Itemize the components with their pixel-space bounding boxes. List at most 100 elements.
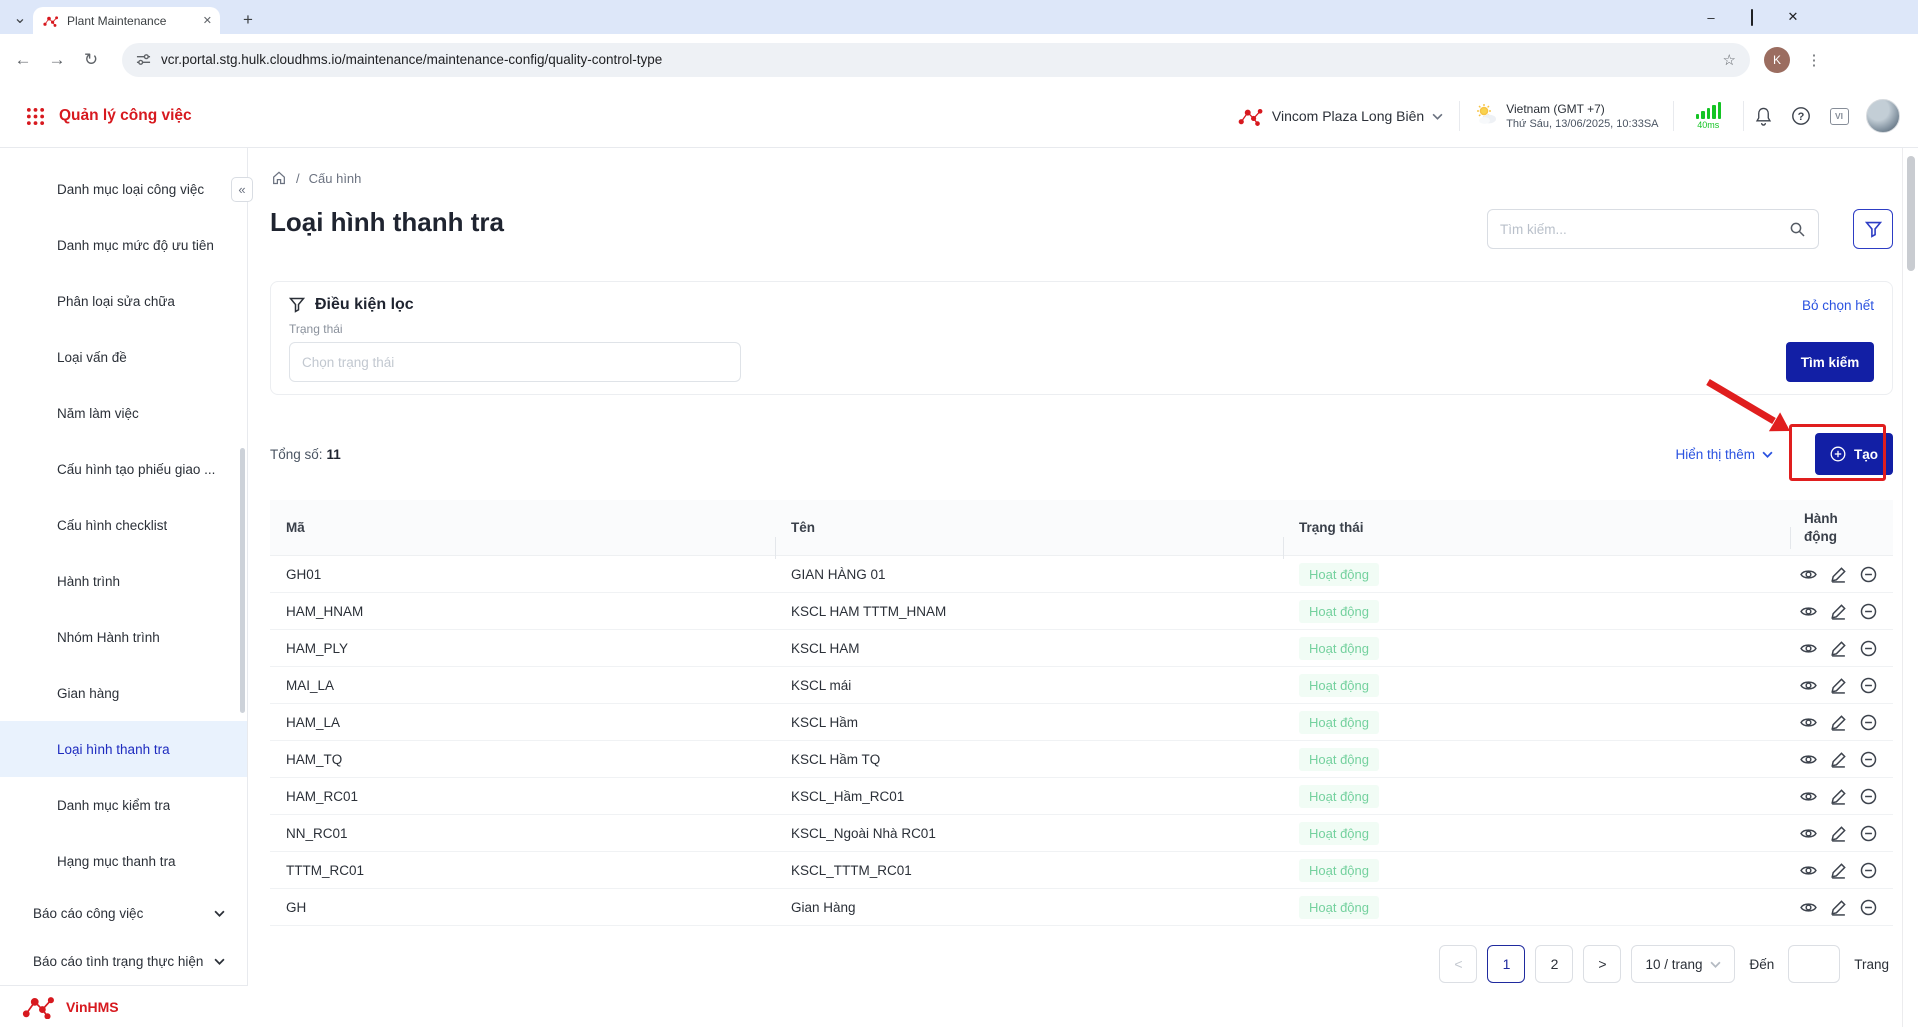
edit-button[interactable] [1830, 825, 1847, 842]
deactivate-button[interactable] [1860, 714, 1877, 731]
window-scrollbar[interactable] [1902, 148, 1918, 1027]
sidebar-item[interactable]: Danh mục mức độ ưu tiên [0, 217, 247, 273]
column-header-code: Mã [270, 520, 775, 535]
cell-name: KSCL_Hầm_RC01 [775, 789, 1283, 804]
edit-button[interactable] [1830, 603, 1847, 620]
deactivate-button[interactable] [1860, 566, 1877, 583]
window-maximize-button[interactable] [1745, 10, 1759, 25]
status-select[interactable]: Chọn trạng thái [289, 342, 741, 382]
apps-grid-icon[interactable] [26, 107, 45, 126]
sidebar-item[interactable]: Loại hình thanh tra [0, 721, 247, 777]
tab-close-icon[interactable]: ✕ [203, 14, 212, 27]
sidebar-item[interactable]: Năm làm việc [0, 385, 247, 441]
sidebar-collapse-button[interactable]: « [231, 177, 253, 202]
prev-page-button[interactable]: < [1439, 945, 1477, 983]
edit-button[interactable] [1830, 899, 1847, 916]
property-name: Vincom Plaza Long Biên [1272, 108, 1424, 124]
sidebar-item-label: Báo cáo tình trạng thực hiện [33, 954, 203, 969]
view-button[interactable] [1800, 603, 1817, 620]
address-bar[interactable]: vcr.portal.stg.hulk.cloudhms.io/maintena… [122, 43, 1750, 77]
sidebar-item[interactable]: Danh mục kiểm tra [0, 777, 247, 833]
edit-button[interactable] [1830, 788, 1847, 805]
filter-toggle-button[interactable] [1853, 209, 1893, 249]
view-button[interactable] [1800, 862, 1817, 879]
deactivate-button[interactable] [1860, 862, 1877, 879]
language-switcher[interactable]: VI [1820, 97, 1858, 135]
status-badge: Hoạt động [1299, 600, 1379, 623]
browser-tab[interactable]: Plant Maintenance ✕ [33, 7, 220, 34]
deactivate-button[interactable] [1860, 825, 1877, 842]
back-button[interactable]: ← [6, 43, 40, 77]
sidebar-item[interactable]: Phân loại sửa chữa [0, 273, 247, 329]
sidebar-item[interactable]: Hành trình [0, 553, 247, 609]
bookmark-star-icon[interactable]: ☆ [1723, 51, 1736, 69]
sidebar-item[interactable]: Cấu hình checklist [0, 497, 247, 553]
sidebar-item[interactable]: Gian hàng [0, 665, 247, 721]
status-badge: Hoạt động [1299, 896, 1379, 919]
view-button[interactable] [1800, 825, 1817, 842]
sidebar-menu: Danh mục loại công việc Danh mục mức độ … [0, 148, 247, 985]
create-button[interactable]: Tạo [1815, 433, 1893, 475]
user-avatar[interactable] [1866, 99, 1900, 133]
browser-profile-avatar[interactable]: K [1764, 47, 1790, 73]
status-badge: Hoạt động [1299, 859, 1379, 882]
page-button[interactable]: 2 [1535, 945, 1573, 983]
help-icon[interactable]: ? [1782, 97, 1820, 135]
home-icon[interactable] [271, 170, 287, 186]
filter-search-button[interactable]: Tìm kiếm [1786, 342, 1874, 382]
deactivate-button[interactable] [1860, 603, 1877, 620]
window-close-button[interactable]: ✕ [1786, 9, 1800, 25]
sidebar-item[interactable]: Báo cáo công việc [0, 889, 247, 937]
sidebar-item[interactable]: Cấu hình tạo phiếu giao ... [0, 441, 247, 497]
page-size-select[interactable]: 10 / trang [1631, 945, 1735, 983]
deactivate-button[interactable] [1860, 640, 1877, 657]
view-button[interactable] [1800, 714, 1817, 731]
forward-button[interactable]: → [40, 43, 74, 77]
view-button[interactable] [1800, 677, 1817, 694]
table-row: HAM_TQ KSCL Hầm TQ Hoạt động [270, 741, 1893, 778]
deactivate-button[interactable] [1860, 751, 1877, 768]
view-button[interactable] [1800, 788, 1817, 805]
deactivate-button[interactable] [1860, 788, 1877, 805]
edit-button[interactable] [1830, 566, 1847, 583]
search-input[interactable] [1500, 222, 1789, 237]
breadcrumb-section[interactable]: Cấu hình [309, 171, 362, 186]
next-page-button[interactable]: > [1583, 945, 1621, 983]
language-badge: VI [1830, 108, 1849, 125]
goto-page-input[interactable] [1788, 945, 1840, 983]
sidebar-item[interactable]: Báo cáo tình trạng thực hiện [0, 937, 247, 985]
sidebar-item[interactable]: Hạng mục thanh tra [0, 833, 247, 889]
cell-actions [1790, 899, 1893, 916]
cell-name: KSCL HAM [775, 641, 1283, 656]
clear-all-link[interactable]: Bỏ chọn hết [1802, 298, 1874, 313]
search-icon[interactable] [1789, 221, 1806, 238]
cell-code: HAM_RC01 [270, 789, 775, 804]
edit-button[interactable] [1830, 640, 1847, 657]
sidebar-scrollbar[interactable] [240, 448, 245, 713]
new-tab-button[interactable]: + [236, 8, 260, 32]
sidebar-item[interactable]: Loại vấn đề [0, 329, 247, 385]
tab-search-caret-icon[interactable]: ⌄ [10, 8, 30, 28]
page-button[interactable]: 1 [1487, 945, 1525, 983]
deactivate-button[interactable] [1860, 899, 1877, 916]
property-selector[interactable]: Vincom Plaza Long Biên [1238, 107, 1459, 126]
timezone-block: Vietnam (GMT +7) Thứ Sáu, 13/06/2025, 10… [1460, 102, 1672, 130]
window-minimize-button[interactable]: – [1704, 10, 1718, 25]
sidebar-item[interactable]: Danh mục loại công việc [0, 161, 247, 217]
browser-menu-icon[interactable]: ⋮ [1804, 51, 1824, 69]
deactivate-button[interactable] [1860, 677, 1877, 694]
edit-button[interactable] [1830, 677, 1847, 694]
scrollbar-thumb[interactable] [1907, 156, 1915, 271]
show-more-link[interactable]: Hiển thị thêm [1675, 447, 1773, 462]
view-button[interactable] [1800, 566, 1817, 583]
edit-button[interactable] [1830, 751, 1847, 768]
view-button[interactable] [1800, 899, 1817, 916]
view-button[interactable] [1800, 640, 1817, 657]
notifications-bell-icon[interactable] [1744, 97, 1782, 135]
reload-button[interactable]: ↻ [74, 43, 108, 77]
edit-button[interactable] [1830, 714, 1847, 731]
edit-button[interactable] [1830, 862, 1847, 879]
sidebar-item[interactable]: Nhóm Hành trình [0, 609, 247, 665]
view-button[interactable] [1800, 751, 1817, 768]
site-settings-icon[interactable] [136, 52, 151, 67]
